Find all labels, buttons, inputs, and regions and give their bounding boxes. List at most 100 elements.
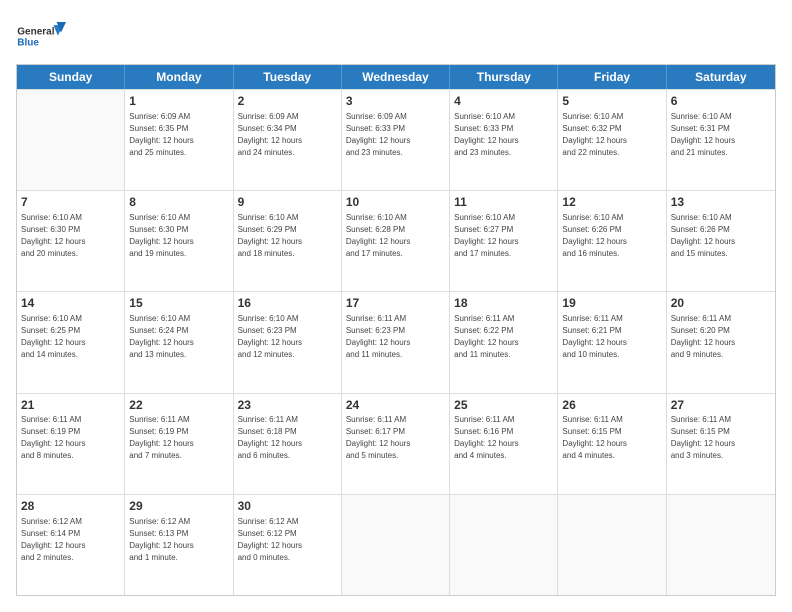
calendar-cell: 20 Sunrise: 6:11 AM Sunset: 6:20 PM Dayl…: [667, 292, 775, 392]
day-number: 6: [671, 93, 771, 110]
day-number: 1: [129, 93, 228, 110]
calendar-cell: [17, 90, 125, 190]
cell-info: Sunrise: 6:12 AM Sunset: 6:13 PM Dayligh…: [129, 516, 228, 564]
calendar-cell: 21 Sunrise: 6:11 AM Sunset: 6:19 PM Dayl…: [17, 394, 125, 494]
cell-info: Sunrise: 6:11 AM Sunset: 6:18 PM Dayligh…: [238, 414, 337, 462]
calendar-cell: 30 Sunrise: 6:12 AM Sunset: 6:12 PM Dayl…: [234, 495, 342, 595]
weekday-header: Monday: [125, 65, 233, 89]
calendar-cell: [558, 495, 666, 595]
day-number: 7: [21, 194, 120, 211]
day-number: 20: [671, 295, 771, 312]
day-number: 12: [562, 194, 661, 211]
calendar-cell: 8 Sunrise: 6:10 AM Sunset: 6:30 PM Dayli…: [125, 191, 233, 291]
cell-info: Sunrise: 6:11 AM Sunset: 6:17 PM Dayligh…: [346, 414, 445, 462]
calendar-cell: 7 Sunrise: 6:10 AM Sunset: 6:30 PM Dayli…: [17, 191, 125, 291]
cell-info: Sunrise: 6:10 AM Sunset: 6:32 PM Dayligh…: [562, 111, 661, 159]
day-number: 9: [238, 194, 337, 211]
calendar-cell: 13 Sunrise: 6:10 AM Sunset: 6:26 PM Dayl…: [667, 191, 775, 291]
calendar-cell: 23 Sunrise: 6:11 AM Sunset: 6:18 PM Dayl…: [234, 394, 342, 494]
weekday-header: Saturday: [667, 65, 775, 89]
header: General Blue: [16, 16, 776, 56]
day-number: 27: [671, 397, 771, 414]
day-number: 25: [454, 397, 553, 414]
calendar-row: 7 Sunrise: 6:10 AM Sunset: 6:30 PM Dayli…: [17, 190, 775, 291]
day-number: 8: [129, 194, 228, 211]
cell-info: Sunrise: 6:10 AM Sunset: 6:29 PM Dayligh…: [238, 212, 337, 260]
cell-info: Sunrise: 6:10 AM Sunset: 6:30 PM Dayligh…: [129, 212, 228, 260]
calendar-cell: 28 Sunrise: 6:12 AM Sunset: 6:14 PM Dayl…: [17, 495, 125, 595]
cell-info: Sunrise: 6:10 AM Sunset: 6:26 PM Dayligh…: [562, 212, 661, 260]
day-number: 19: [562, 295, 661, 312]
cell-info: Sunrise: 6:10 AM Sunset: 6:26 PM Dayligh…: [671, 212, 771, 260]
day-number: 14: [21, 295, 120, 312]
cell-info: Sunrise: 6:11 AM Sunset: 6:16 PM Dayligh…: [454, 414, 553, 462]
calendar-cell: [450, 495, 558, 595]
day-number: 17: [346, 295, 445, 312]
calendar-cell: 27 Sunrise: 6:11 AM Sunset: 6:15 PM Dayl…: [667, 394, 775, 494]
calendar-cell: 19 Sunrise: 6:11 AM Sunset: 6:21 PM Dayl…: [558, 292, 666, 392]
calendar-cell: 4 Sunrise: 6:10 AM Sunset: 6:33 PM Dayli…: [450, 90, 558, 190]
calendar-cell: 5 Sunrise: 6:10 AM Sunset: 6:32 PM Dayli…: [558, 90, 666, 190]
cell-info: Sunrise: 6:09 AM Sunset: 6:35 PM Dayligh…: [129, 111, 228, 159]
calendar-row: 21 Sunrise: 6:11 AM Sunset: 6:19 PM Dayl…: [17, 393, 775, 494]
day-number: 15: [129, 295, 228, 312]
cell-info: Sunrise: 6:11 AM Sunset: 6:21 PM Dayligh…: [562, 313, 661, 361]
cell-info: Sunrise: 6:11 AM Sunset: 6:19 PM Dayligh…: [21, 414, 120, 462]
cell-info: Sunrise: 6:12 AM Sunset: 6:14 PM Dayligh…: [21, 516, 120, 564]
day-number: 30: [238, 498, 337, 515]
calendar-cell: 11 Sunrise: 6:10 AM Sunset: 6:27 PM Dayl…: [450, 191, 558, 291]
cell-info: Sunrise: 6:11 AM Sunset: 6:15 PM Dayligh…: [671, 414, 771, 462]
calendar-row: 1 Sunrise: 6:09 AM Sunset: 6:35 PM Dayli…: [17, 89, 775, 190]
calendar-row: 14 Sunrise: 6:10 AM Sunset: 6:25 PM Dayl…: [17, 291, 775, 392]
calendar-cell: 22 Sunrise: 6:11 AM Sunset: 6:19 PM Dayl…: [125, 394, 233, 494]
calendar-cell: 6 Sunrise: 6:10 AM Sunset: 6:31 PM Dayli…: [667, 90, 775, 190]
svg-text:Blue: Blue: [17, 38, 39, 49]
cell-info: Sunrise: 6:09 AM Sunset: 6:33 PM Dayligh…: [346, 111, 445, 159]
day-number: 13: [671, 194, 771, 211]
cell-info: Sunrise: 6:09 AM Sunset: 6:34 PM Dayligh…: [238, 111, 337, 159]
day-number: 2: [238, 93, 337, 110]
cell-info: Sunrise: 6:10 AM Sunset: 6:30 PM Dayligh…: [21, 212, 120, 260]
day-number: 10: [346, 194, 445, 211]
cell-info: Sunrise: 6:11 AM Sunset: 6:19 PM Dayligh…: [129, 414, 228, 462]
day-number: 29: [129, 498, 228, 515]
cell-info: Sunrise: 6:11 AM Sunset: 6:23 PM Dayligh…: [346, 313, 445, 361]
logo-svg: General Blue: [16, 16, 66, 56]
cell-info: Sunrise: 6:11 AM Sunset: 6:15 PM Dayligh…: [562, 414, 661, 462]
day-number: 22: [129, 397, 228, 414]
calendar-cell: 26 Sunrise: 6:11 AM Sunset: 6:15 PM Dayl…: [558, 394, 666, 494]
calendar-header: SundayMondayTuesdayWednesdayThursdayFrid…: [17, 65, 775, 89]
calendar-cell: 12 Sunrise: 6:10 AM Sunset: 6:26 PM Dayl…: [558, 191, 666, 291]
logo: General Blue: [16, 16, 66, 56]
calendar-cell: 18 Sunrise: 6:11 AM Sunset: 6:22 PM Dayl…: [450, 292, 558, 392]
cell-info: Sunrise: 6:10 AM Sunset: 6:24 PM Dayligh…: [129, 313, 228, 361]
weekday-header: Tuesday: [234, 65, 342, 89]
calendar: SundayMondayTuesdayWednesdayThursdayFrid…: [16, 64, 776, 596]
calendar-cell: 9 Sunrise: 6:10 AM Sunset: 6:29 PM Dayli…: [234, 191, 342, 291]
weekday-header: Wednesday: [342, 65, 450, 89]
calendar-cell: 1 Sunrise: 6:09 AM Sunset: 6:35 PM Dayli…: [125, 90, 233, 190]
calendar-cell: 14 Sunrise: 6:10 AM Sunset: 6:25 PM Dayl…: [17, 292, 125, 392]
calendar-cell: 2 Sunrise: 6:09 AM Sunset: 6:34 PM Dayli…: [234, 90, 342, 190]
day-number: 26: [562, 397, 661, 414]
day-number: 11: [454, 194, 553, 211]
day-number: 3: [346, 93, 445, 110]
calendar-cell: 3 Sunrise: 6:09 AM Sunset: 6:33 PM Dayli…: [342, 90, 450, 190]
weekday-header: Friday: [558, 65, 666, 89]
weekday-header: Thursday: [450, 65, 558, 89]
calendar-cell: 29 Sunrise: 6:12 AM Sunset: 6:13 PM Dayl…: [125, 495, 233, 595]
calendar-row: 28 Sunrise: 6:12 AM Sunset: 6:14 PM Dayl…: [17, 494, 775, 595]
cell-info: Sunrise: 6:10 AM Sunset: 6:25 PM Dayligh…: [21, 313, 120, 361]
calendar-cell: [342, 495, 450, 595]
calendar-body: 1 Sunrise: 6:09 AM Sunset: 6:35 PM Dayli…: [17, 89, 775, 595]
cell-info: Sunrise: 6:11 AM Sunset: 6:22 PM Dayligh…: [454, 313, 553, 361]
cell-info: Sunrise: 6:10 AM Sunset: 6:28 PM Dayligh…: [346, 212, 445, 260]
cell-info: Sunrise: 6:10 AM Sunset: 6:23 PM Dayligh…: [238, 313, 337, 361]
calendar-cell: 17 Sunrise: 6:11 AM Sunset: 6:23 PM Dayl…: [342, 292, 450, 392]
cell-info: Sunrise: 6:11 AM Sunset: 6:20 PM Dayligh…: [671, 313, 771, 361]
calendar-cell: 24 Sunrise: 6:11 AM Sunset: 6:17 PM Dayl…: [342, 394, 450, 494]
svg-text:General: General: [17, 26, 54, 37]
calendar-cell: 15 Sunrise: 6:10 AM Sunset: 6:24 PM Dayl…: [125, 292, 233, 392]
cell-info: Sunrise: 6:10 AM Sunset: 6:27 PM Dayligh…: [454, 212, 553, 260]
day-number: 24: [346, 397, 445, 414]
